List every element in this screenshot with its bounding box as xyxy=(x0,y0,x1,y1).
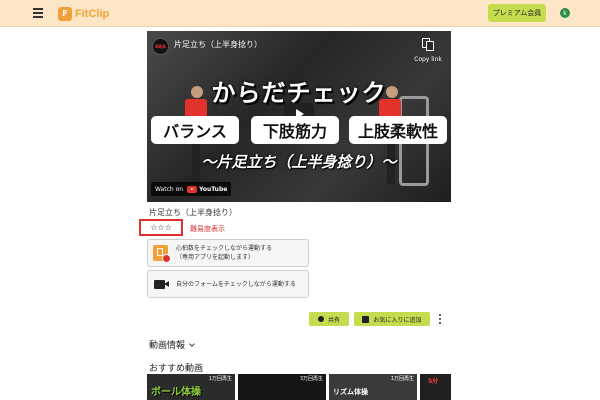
exercise-title: 片足立ち（上半身捻り） xyxy=(149,208,237,217)
pill-balance: バランス xyxy=(151,116,239,144)
bookmark-icon xyxy=(362,315,370,323)
video-info-toggle[interactable]: 動画情報 xyxy=(149,338,195,351)
heart-rate-app-icon xyxy=(153,245,171,263)
form-check-text: 自分のフォームをチェックしながら運動する xyxy=(176,281,296,288)
premium-member-button[interactable]: プレミアム会員 xyxy=(488,4,546,22)
copy-link-button[interactable]: Copy link xyxy=(411,36,445,63)
logo-text: FitClip xyxy=(75,7,110,20)
youtube-video-player[interactable]: BBJA 片足立ち（上半身捻り） Copy link からだチェック バランス … xyxy=(147,31,451,202)
user-avatar[interactable]: k xyxy=(560,8,570,18)
view-count: 1万回再生 xyxy=(390,376,414,382)
heart-rate-line2: （専用アプリを起動します） xyxy=(176,254,255,261)
share-icon xyxy=(317,316,324,322)
thumbnail-text: 5分 xyxy=(428,378,439,385)
channel-badge-icon[interactable]: BBJA xyxy=(152,38,169,55)
watch-on-label: Watch on xyxy=(155,185,184,193)
difficulty-stars: ☆☆☆ xyxy=(139,219,183,236)
recommended-videos-heading: おすすめ動画 xyxy=(149,364,204,374)
hamburger-menu-icon[interactable] xyxy=(33,8,43,18)
fitclip-logo-icon: F xyxy=(58,6,72,21)
thumbnail-text: リズム体操 xyxy=(333,388,368,396)
youtube-wordmark: YouTube xyxy=(199,185,228,193)
heart-rate-line1: 心拍数をチェックしながら運動する xyxy=(176,245,273,252)
difficulty-label: 難易度表示 xyxy=(190,225,225,233)
video-camera-icon xyxy=(154,280,169,289)
youtube-logo-icon xyxy=(187,185,198,193)
share-label: 共有 xyxy=(327,316,340,324)
video-title[interactable]: 片足立ち（上半身捻り） xyxy=(174,39,262,50)
form-check-button[interactable]: 自分のフォームをチェックしながら運動する xyxy=(147,270,309,298)
fitclip-logo[interactable]: F FitClip xyxy=(58,6,109,21)
copy-icon xyxy=(422,38,434,51)
video-info-label: 動画情報 xyxy=(149,341,186,351)
share-button[interactable]: 共有 xyxy=(309,312,349,326)
watch-on-youtube-button[interactable]: Watch on YouTube xyxy=(151,182,232,196)
more-options-icon[interactable] xyxy=(437,312,443,326)
view-count: 1万回再生 xyxy=(208,376,232,382)
heart-rate-button-text: 心拍数をチェックしながら運動する （専用アプリを起動します） xyxy=(176,244,272,262)
heart-rate-check-button[interactable]: 心拍数をチェックしながら運動する （専用アプリを起動します） xyxy=(147,239,309,267)
video-overlay-subtitle: 〜片足立ち（上半身捻り）〜 xyxy=(201,153,397,171)
recommended-video-thumbnail[interactable]: 5分 xyxy=(420,374,451,400)
recommended-video-thumbnail[interactable]: 3万回再生 xyxy=(238,374,326,400)
pill-upper-limb-flexibility: 上肢柔軟性 xyxy=(349,116,447,144)
add-favorite-button[interactable]: お気に入りに追加 xyxy=(354,312,430,326)
recommended-video-thumbnail[interactable]: 1万回再生 リズム体操 xyxy=(329,374,417,400)
chevron-down-icon xyxy=(189,341,195,347)
recommended-video-thumbnail[interactable]: 1万回再生 ボール体操 xyxy=(147,374,235,400)
favorite-label: お気に入りに追加 xyxy=(373,316,422,324)
pill-lower-limb-strength: 下肢筋力 xyxy=(251,116,339,144)
copy-link-label: Copy link xyxy=(414,56,442,63)
video-overlay-pills: バランス 下肢筋力 上肢柔軟性 xyxy=(149,116,449,144)
top-header: F FitClip プレミアム会員 k xyxy=(0,0,600,27)
thumbnail-text: ボール体操 xyxy=(151,387,201,398)
view-count: 3万回再生 xyxy=(299,376,323,382)
